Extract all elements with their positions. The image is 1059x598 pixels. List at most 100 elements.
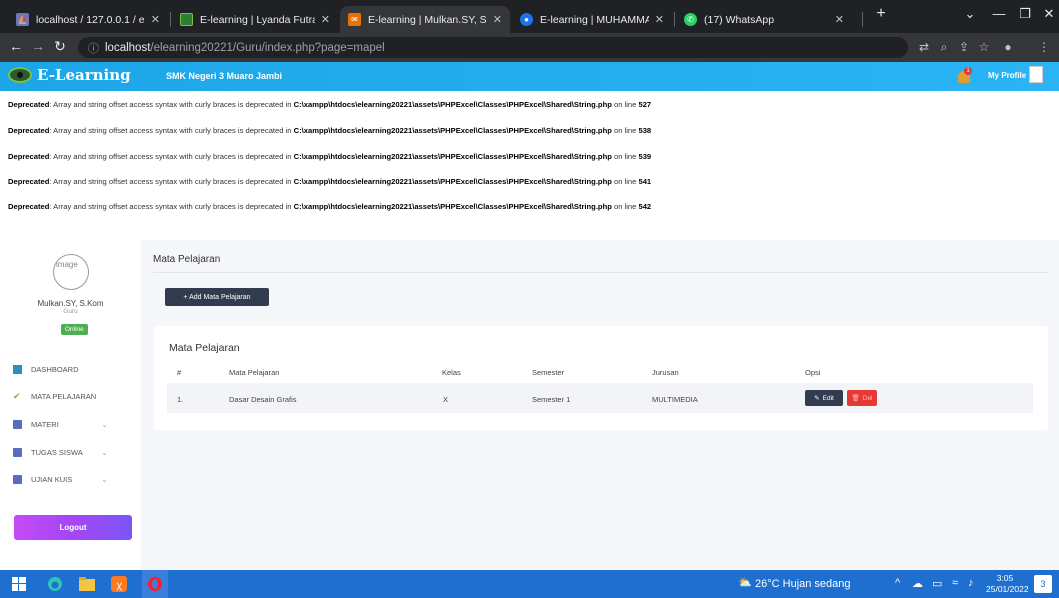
profile-image[interactable] xyxy=(1029,66,1043,83)
weather-icon[interactable]: ⛅ xyxy=(738,576,752,589)
user-role: Guru xyxy=(63,308,78,315)
edit-button[interactable]: ✎ Edit xyxy=(805,390,843,406)
sidebar-item-mata-pelajaran[interactable]: ✔ MATA PELAJARAN xyxy=(13,389,123,403)
tab-close-icon[interactable]: ✕ xyxy=(655,13,664,26)
xampp-icon[interactable]: ꭓ xyxy=(110,575,128,593)
logout-button[interactable]: Logout xyxy=(14,515,132,540)
cell-semester: Semester 1 xyxy=(532,395,571,404)
deprecated-notice: Deprecated: Array and string offset acce… xyxy=(8,100,651,109)
notification-count: 3 xyxy=(1040,579,1046,589)
zoom-icon[interactable]: ⌕ xyxy=(936,40,952,55)
edit-label: Edit xyxy=(822,394,834,402)
translate-icon[interactable]: ⇄ xyxy=(916,40,932,54)
notice-text: : Array and string offset access syntax … xyxy=(49,202,294,211)
browser-tab-lyanda[interactable]: E-learning | Lyanda Futra ✕ xyxy=(172,6,338,33)
column-header: Semester xyxy=(532,368,565,377)
chevron-down-icon: ⌄ xyxy=(101,474,108,484)
clock-time: 3:05 xyxy=(996,573,1014,583)
whatsapp-icon: ✆ xyxy=(684,13,697,26)
network-icon[interactable]: ▭ xyxy=(932,577,942,590)
tab-separator xyxy=(862,12,863,27)
notice-text: : Array and string offset access syntax … xyxy=(49,152,294,161)
trash-icon: 🗑 xyxy=(851,395,860,402)
new-tab-plus-icon[interactable]: + xyxy=(866,5,896,23)
sidebar-item-dashboard[interactable]: DASHBOARD xyxy=(13,362,123,376)
notice-path: C:\xampp\htdocs\elearning20221\assets\PH… xyxy=(293,100,612,109)
sidebar-item-label: DASHBOARD xyxy=(31,364,79,374)
delete-button[interactable]: 🗑 Del xyxy=(847,390,877,406)
wifi-icon[interactable]: ≈ xyxy=(952,577,958,589)
tab-close-icon[interactable]: ✕ xyxy=(493,13,502,26)
close-window-icon[interactable]: ✕ xyxy=(1034,6,1059,22)
my-profile-link[interactable]: My Profile xyxy=(988,71,1026,80)
notification-center-icon[interactable]: 3 xyxy=(1034,575,1052,593)
bookmark-star-icon[interactable]: ☆ xyxy=(976,40,992,54)
notice-text: : Array and string offset access syntax … xyxy=(49,177,294,186)
notice-text: : Array and string offset access syntax … xyxy=(49,126,294,135)
chevron-up-icon[interactable]: ^ xyxy=(895,577,900,589)
notice-path: C:\xampp\htdocs\elearning20221\assets\PH… xyxy=(293,202,612,211)
browser-tab-mulkan[interactable]: ✉ E-learning | Mulkan.SY, S.Kom ✕ xyxy=(340,6,510,33)
sidebar-item-ujian-kuis[interactable]: UJIAN KUIS ⌄ xyxy=(13,472,123,486)
sidebar-item-tugas-siswa[interactable]: TUGAS SISWA ⌄ xyxy=(13,445,123,459)
column-header: # xyxy=(177,368,182,377)
profile-icon[interactable]: ● xyxy=(1000,40,1016,54)
tab-close-icon[interactable]: ✕ xyxy=(151,13,160,26)
browser-tab-whatsapp[interactable]: ✆ (17) WhatsApp ✕ xyxy=(676,6,852,33)
notice-line-prefix: on line xyxy=(611,100,639,109)
sidebar-item-label: UJIAN KUIS xyxy=(31,474,73,484)
share-icon[interactable]: ⇪ xyxy=(956,40,972,54)
browser-tab-phpmyadmin[interactable]: ⛵ localhost / 127.0.0.1 / elernin ✕ xyxy=(8,6,168,33)
sidebar-item-label: MATA PELAJARAN xyxy=(31,391,97,401)
tab-close-icon[interactable]: ✕ xyxy=(321,13,330,26)
main-content: Mata Pelajaran + Add Mata Pelajaran Mata… xyxy=(141,240,1059,570)
back-arrow-icon[interactable]: ← xyxy=(6,38,26,54)
table-row: 1. Dasar Desain Grafis X Semester 1 MULT… xyxy=(167,383,1033,413)
system-clock[interactable]: 3:05 25/01/2022 xyxy=(986,573,1029,595)
more-menu-icon[interactable]: ⋮ xyxy=(1036,40,1052,54)
notice-line-prefix: on line xyxy=(611,177,639,186)
svg-text:ꭓ: ꭓ xyxy=(116,580,122,591)
file-explorer-icon[interactable] xyxy=(78,575,96,593)
delete-label: Del xyxy=(862,394,873,402)
windows-start-icon[interactable] xyxy=(10,575,28,593)
column-header: Opsi xyxy=(805,368,821,377)
avatar[interactable]: image xyxy=(53,254,89,290)
notification-badge: 1 xyxy=(964,67,972,75)
notice-line: 539 xyxy=(638,152,652,161)
notice-label: Deprecated xyxy=(8,152,50,161)
browser-address-bar: ← → ↻ ⓘ localhost/elearning20221/Guru/in… xyxy=(0,33,1059,62)
school-name: SMK Negeri 3 Muaro Jambi xyxy=(166,71,283,81)
book-icon xyxy=(13,447,22,457)
notice-path: C:\xampp\htdocs\elearning20221\assets\PH… xyxy=(293,152,612,161)
notification-bell-icon[interactable]: 1 xyxy=(958,67,974,85)
weather-text[interactable]: 26°C Hujan sedang xyxy=(755,578,851,590)
url-omnibox[interactable]: ⓘ localhost/elearning20221/Guru/index.ph… xyxy=(78,37,908,58)
title-divider xyxy=(153,272,1048,273)
forward-arrow-icon[interactable]: → xyxy=(28,38,48,54)
tab-search-chevron-icon[interactable]: ⌄ xyxy=(955,6,985,22)
volume-icon[interactable]: ♪ xyxy=(968,577,974,589)
browser-tab-muhammad[interactable]: ● E-learning | MUHAMMAD AI ✕ xyxy=(512,6,672,33)
sidebar-item-materi[interactable]: MATERI ⌄ xyxy=(13,417,123,431)
tab-separator xyxy=(674,12,675,27)
card-title: Mata Pelajaran xyxy=(169,342,240,354)
dashboard-icon xyxy=(13,364,22,374)
cloud-icon[interactable]: ☁ xyxy=(912,577,923,590)
notice-line-prefix: on line xyxy=(611,152,639,161)
sidebar: image Mulkan.SY, S.Kom Guru Online DASHB… xyxy=(0,240,141,570)
brand-name: E-Learning xyxy=(37,66,131,84)
opera-browser-icon[interactable] xyxy=(142,570,168,598)
edge-browser-icon[interactable] xyxy=(46,575,64,593)
tab-title: (17) WhatsApp xyxy=(704,13,775,26)
elearning-icon xyxy=(180,13,193,26)
tab-close-icon[interactable]: ✕ xyxy=(835,13,844,26)
tab-title: localhost / 127.0.0.1 / elernin xyxy=(36,13,145,26)
notice-path: C:\xampp\htdocs\elearning20221\assets\PH… xyxy=(293,126,612,135)
online-status-badge: Online xyxy=(61,324,88,335)
avatar-alt-text: image xyxy=(56,260,78,269)
reload-icon[interactable]: ↻ xyxy=(50,38,70,55)
add-mata-pelajaran-button[interactable]: + Add Mata Pelajaran xyxy=(165,288,269,306)
info-icon[interactable]: ⓘ xyxy=(88,40,99,56)
brand-logo[interactable]: E-Learning xyxy=(8,66,131,84)
